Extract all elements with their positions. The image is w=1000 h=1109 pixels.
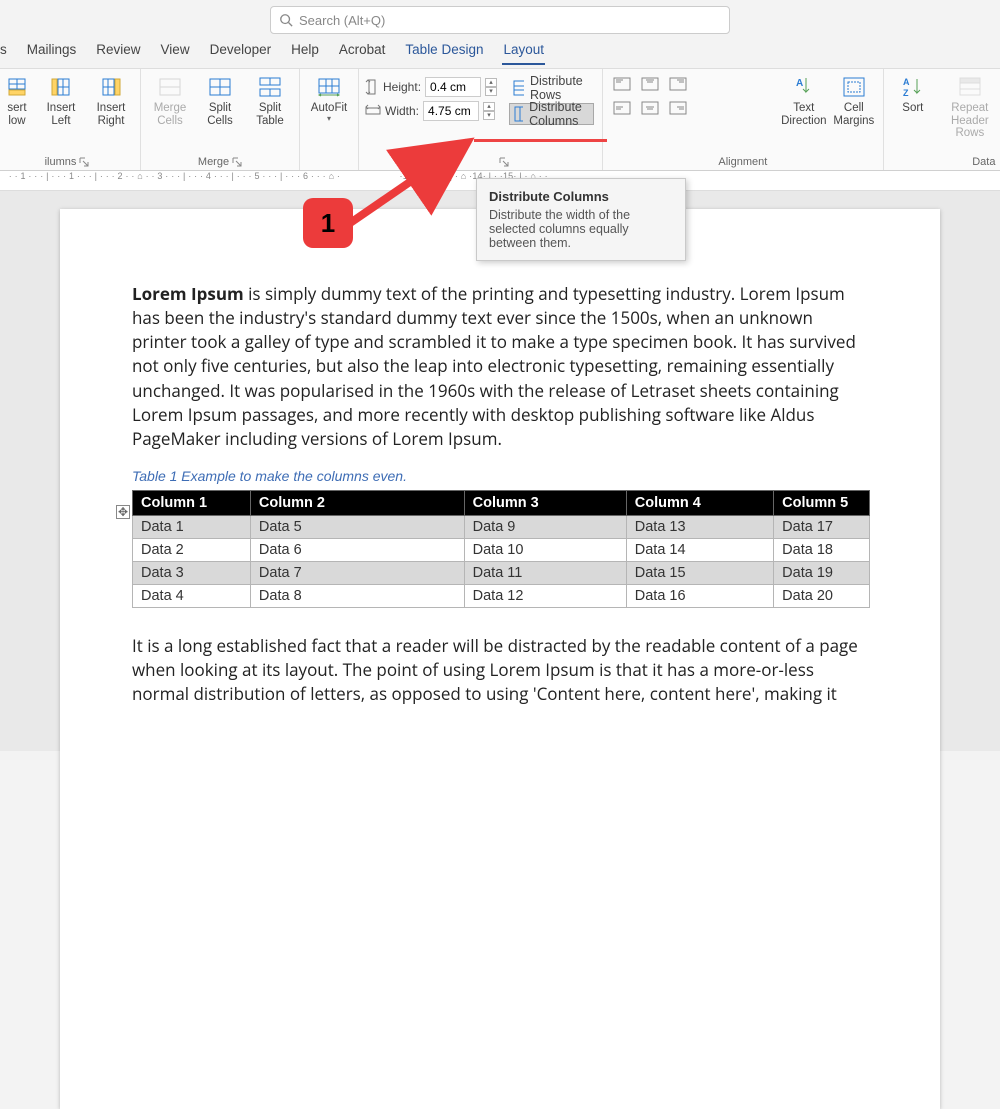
svg-text:A: A <box>903 77 910 87</box>
table-caption: Table 1 Example to make the columns even… <box>132 468 870 484</box>
document-table[interactable]: Column 1Column 2Column 3Column 4Column 5… <box>132 490 870 608</box>
table-header[interactable]: Column 5 <box>774 490 870 515</box>
tab-mailings[interactable]: Mailings <box>26 40 78 64</box>
distribute-rows-icon <box>513 80 524 96</box>
alignment-grid-bottom[interactable] <box>695 73 777 95</box>
svg-text:Z: Z <box>903 88 909 98</box>
tab-developer[interactable]: Developer <box>209 40 273 64</box>
table-cell[interactable]: Data 17 <box>774 515 870 538</box>
distribute-columns-icon <box>514 106 523 122</box>
tooltip-body: Distribute the width of the selected col… <box>489 208 673 250</box>
autofit-button[interactable]: AutoFit ▾ <box>306 73 352 123</box>
table-cell[interactable]: Data 20 <box>774 584 870 607</box>
table-cell[interactable]: Data 14 <box>626 538 773 561</box>
document-area: Lorem Ipsum is simply dummy text of the … <box>0 191 1000 751</box>
table-cell[interactable]: Data 1 <box>133 515 251 538</box>
tab-review[interactable]: Review <box>95 40 141 64</box>
tab-strip: s Mailings Review View Developer Help Ac… <box>0 38 1000 69</box>
table-row[interactable]: Data 4Data 8Data 12Data 16Data 20 <box>133 584 870 607</box>
table-cell[interactable]: Data 16 <box>626 584 773 607</box>
table-row[interactable]: Data 1Data 5Data 9Data 13Data 17 <box>133 515 870 538</box>
width-icon <box>365 104 381 118</box>
tooltip: Distribute Columns Distribute the width … <box>476 178 686 261</box>
table-cell[interactable]: Data 9 <box>464 515 626 538</box>
table-row[interactable]: Data 2Data 6Data 10Data 14Data 18 <box>133 538 870 561</box>
search-placeholder: Search (Alt+Q) <box>299 13 385 28</box>
insert-left-button[interactable]: Insert Left <box>38 73 84 127</box>
table-cell[interactable]: Data 8 <box>250 584 464 607</box>
table-cell[interactable]: Data 6 <box>250 538 464 561</box>
search-input[interactable]: Search (Alt+Q) <box>270 6 730 34</box>
repeat-header-rows-button: Repeat Header Rows <box>940 73 1000 140</box>
table-cell[interactable]: Data 10 <box>464 538 626 561</box>
table-header[interactable]: Column 1 <box>133 490 251 515</box>
chevron-down-icon: ▾ <box>327 115 331 124</box>
width-spinner[interactable]: ▴▾ <box>483 102 495 120</box>
search-icon <box>279 13 293 27</box>
tab-help[interactable]: Help <box>290 40 320 64</box>
tab-table-design[interactable]: Table Design <box>404 40 484 64</box>
table-cell[interactable]: Data 7 <box>250 561 464 584</box>
table-cell[interactable]: Data 3 <box>133 561 251 584</box>
distribute-columns-button[interactable]: Distribute Columns <box>509 103 594 125</box>
paragraph-1: Lorem Ipsum is simply dummy text of the … <box>132 282 870 451</box>
tab-partial[interactable]: s <box>0 40 8 64</box>
sort-button[interactable]: AZ Sort <box>890 73 936 115</box>
distribute-rows-button[interactable]: Distribute Rows <box>509 77 594 99</box>
split-table-button[interactable]: Split Table <box>247 73 293 127</box>
cell-margins-button[interactable]: Cell Margins <box>831 73 877 127</box>
height-input[interactable] <box>425 77 481 97</box>
alignment-grid[interactable] <box>609 73 691 119</box>
table-cell[interactable]: Data 12 <box>464 584 626 607</box>
table-row[interactable]: Data 3Data 7Data 11Data 15Data 19 <box>133 561 870 584</box>
height-label: Height: <box>383 80 421 94</box>
dialog-launcher-icon[interactable] <box>79 157 89 167</box>
page: Lorem Ipsum is simply dummy text of the … <box>60 209 940 1109</box>
table-cell[interactable]: Data 2 <box>133 538 251 561</box>
width-label: Width: <box>385 104 419 118</box>
height-spinner[interactable]: ▴▾ <box>485 78 497 96</box>
width-input[interactable] <box>423 101 479 121</box>
merge-cells-button: Merge Cells <box>147 73 193 127</box>
dialog-launcher-icon[interactable] <box>232 157 242 167</box>
table-cell[interactable]: Data 11 <box>464 561 626 584</box>
table-cell[interactable]: Data 18 <box>774 538 870 561</box>
tooltip-title: Distribute Columns <box>489 189 673 204</box>
height-icon <box>365 79 379 95</box>
table-header[interactable]: Column 4 <box>626 490 773 515</box>
split-cells-button[interactable]: Split Cells <box>197 73 243 127</box>
tab-view[interactable]: View <box>160 40 191 64</box>
ribbon: sert low Insert Left Insert Right ilumns… <box>0 69 1000 171</box>
annotation-badge: 1 <box>303 198 353 248</box>
table-header[interactable]: Column 3 <box>464 490 626 515</box>
table-cell[interactable]: Data 19 <box>774 561 870 584</box>
annotation-underline <box>474 139 607 142</box>
dialog-launcher-icon[interactable] <box>499 157 509 167</box>
table-cell[interactable]: Data 5 <box>250 515 464 538</box>
tab-layout[interactable]: Layout <box>502 40 545 65</box>
paragraph-2: It is a long established fact that a rea… <box>132 634 870 706</box>
tab-acrobat[interactable]: Acrobat <box>338 40 387 64</box>
table-cell[interactable]: Data 4 <box>133 584 251 607</box>
text-direction-button[interactable]: A Text Direction <box>781 73 827 127</box>
table-cell[interactable]: Data 13 <box>626 515 773 538</box>
table-cell[interactable]: Data 15 <box>626 561 773 584</box>
table-header[interactable]: Column 2 <box>250 490 464 515</box>
insert-right-button[interactable]: Insert Right <box>88 73 134 127</box>
svg-text:A: A <box>796 78 803 89</box>
insert-below-button[interactable]: sert low <box>0 73 34 127</box>
table-move-handle[interactable]: ✥ <box>116 505 130 519</box>
